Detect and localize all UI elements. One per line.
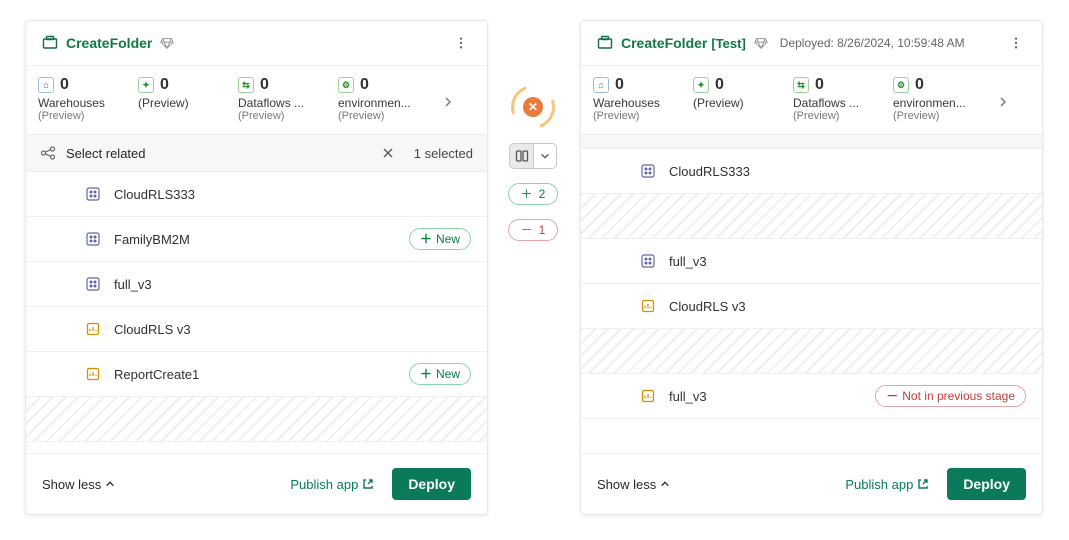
placeholder-row [581, 329, 1042, 374]
not-in-previous-badge: －Not in previous stage [875, 385, 1026, 407]
list-item[interactable]: ReportCreate1 ＋New [26, 352, 487, 397]
stage-more-button[interactable] [451, 33, 471, 53]
summary-dataflows[interactable]: ⇆0 Dataflows ... (Preview) [793, 76, 889, 122]
stage-title: CreateFolder [621, 35, 707, 51]
open-external-icon [362, 478, 374, 490]
chevron-right-icon [442, 96, 454, 108]
deployed-timestamp: Deployed: 8/26/2024, 10:59:48 AM [780, 36, 965, 50]
summary-warehouses[interactable]: ⌂0 Warehouses (Preview) [38, 76, 134, 122]
item-list: CloudRLS333 full_v3 CloudRLS v3 full_v3 … [581, 149, 1042, 453]
deploy-button[interactable]: Deploy [392, 468, 471, 500]
added-count-pill[interactable]: ＋2 [508, 183, 559, 205]
environment-icon: ⚙ [893, 77, 909, 93]
list-item[interactable]: CloudRLS333 [581, 149, 1042, 194]
compare-view-toggle [509, 143, 557, 169]
stage-tag: [Test] [711, 36, 745, 51]
dataset-icon [639, 252, 657, 270]
placeholder-row [26, 397, 487, 442]
list-item[interactable]: FamilyBM2M ＋New [26, 217, 487, 262]
dataflow-icon: ⇆ [238, 77, 254, 93]
summary-scroll-right[interactable] [993, 82, 1013, 122]
publish-app-link[interactable]: Publish app [845, 477, 929, 492]
premium-diamond-icon [160, 36, 174, 50]
warehouse-icon: ⌂ [38, 77, 54, 93]
list-item[interactable]: full_v3 －Not in previous stage [581, 374, 1042, 419]
sync-error-icon: ✕ [523, 97, 543, 117]
show-less-link[interactable]: Show less [597, 477, 670, 492]
item-list: CloudRLS333 FamilyBM2M ＋New full_v3 Clou… [26, 172, 487, 453]
compare-dropdown[interactable] [533, 144, 556, 168]
list-item[interactable]: full_v3 [26, 262, 487, 307]
summary-dataflows[interactable]: ⇆0 Dataflows ... (Preview) [238, 76, 334, 122]
removed-count-pill[interactable]: －1 [508, 219, 559, 241]
minus-icon: － [886, 387, 898, 405]
plus-icon: ＋ [420, 365, 432, 383]
environment-icon: ⚙ [338, 77, 354, 93]
new-badge: ＋New [409, 363, 471, 385]
preview-icon: ✦ [138, 77, 154, 93]
selected-count: 1 selected [414, 146, 473, 161]
stage-header: CreateFolder [Test] Deployed: 8/26/2024,… [581, 21, 1042, 66]
chevron-up-icon [660, 479, 670, 489]
plus-icon: ＋ [420, 230, 432, 248]
lineage-icon [40, 145, 56, 161]
select-related-link[interactable]: Select related [66, 146, 146, 161]
columns-icon [515, 149, 529, 163]
dataset-icon [84, 230, 102, 248]
dataflow-icon: ⇆ [793, 77, 809, 93]
sync-status-badge[interactable]: ✕ [511, 85, 555, 129]
report-icon [84, 320, 102, 338]
summary-environments[interactable]: ⚙0 environmen... (Preview) [893, 76, 989, 122]
summary-row: ⌂0 Warehouses (Preview) ✦0 (Preview) ⇆0 … [581, 66, 1042, 134]
compare-side-by-side[interactable] [510, 144, 533, 168]
report-icon [639, 387, 657, 405]
report-icon [84, 365, 102, 383]
summary-environments[interactable]: ⚙0 environmen... (Preview) [338, 76, 434, 122]
workspace-icon [42, 35, 58, 51]
summary-preview[interactable]: ✦0 (Preview) [693, 76, 789, 110]
workspace-icon [597, 35, 613, 51]
plus-icon: ＋ [521, 185, 533, 203]
show-less-link[interactable]: Show less [42, 477, 115, 492]
report-icon [639, 297, 657, 315]
list-item[interactable]: CloudRLS333 [26, 172, 487, 217]
stage-footer: Show less Publish app Deploy [26, 453, 487, 514]
close-icon [382, 147, 394, 159]
new-badge: ＋New [409, 228, 471, 250]
minus-icon: － [521, 221, 533, 239]
list-item[interactable]: CloudRLS v3 [581, 284, 1042, 329]
more-vertical-icon [1009, 36, 1023, 50]
publish-app-link[interactable]: Publish app [290, 477, 374, 492]
dataset-icon [639, 162, 657, 180]
select-bar-placeholder [581, 134, 1042, 149]
chevron-down-icon [540, 151, 550, 161]
dataset-icon [84, 275, 102, 293]
clear-selection-button[interactable] [380, 145, 396, 161]
stage-title: CreateFolder [66, 35, 152, 51]
list-item[interactable]: full_v3 [581, 239, 1042, 284]
open-external-icon [917, 478, 929, 490]
compare-column: ✕ ＋2 －1 [498, 85, 568, 241]
chevron-up-icon [105, 479, 115, 489]
deploy-button[interactable]: Deploy [947, 468, 1026, 500]
summary-warehouses[interactable]: ⌂0 Warehouses (Preview) [593, 76, 689, 122]
chevron-right-icon [997, 96, 1009, 108]
stage-target: CreateFolder [Test] Deployed: 8/26/2024,… [580, 20, 1043, 515]
warehouse-icon: ⌂ [593, 77, 609, 93]
stage-more-button[interactable] [1006, 33, 1026, 53]
placeholder-row [581, 194, 1042, 239]
summary-row: ⌂0 Warehouses (Preview) ✦0 (Preview) ⇆0 … [26, 66, 487, 134]
summary-scroll-right[interactable] [438, 82, 458, 122]
select-related-bar: Select related 1 selected [26, 134, 487, 172]
premium-diamond-icon [754, 36, 768, 50]
preview-icon: ✦ [693, 77, 709, 93]
list-item[interactable]: CloudRLS v3 [26, 307, 487, 352]
dataset-icon [84, 185, 102, 203]
stage-source: CreateFolder ⌂0 Warehouses (Preview) ✦0 … [25, 20, 488, 515]
stage-footer: Show less Publish app Deploy [581, 453, 1042, 514]
summary-preview[interactable]: ✦0 (Preview) [138, 76, 234, 110]
stage-header: CreateFolder [26, 21, 487, 66]
more-vertical-icon [454, 36, 468, 50]
